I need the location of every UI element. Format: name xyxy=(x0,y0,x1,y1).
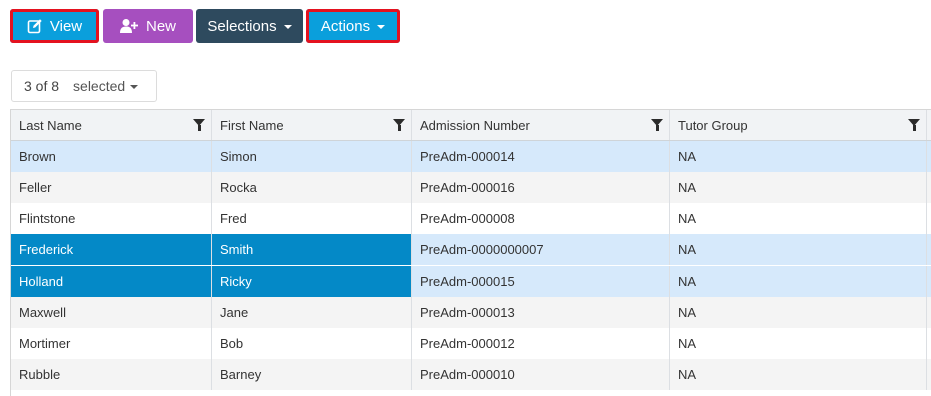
overflow-cell xyxy=(927,141,931,172)
edit-icon xyxy=(27,19,42,34)
last-name-cell[interactable]: Rubble xyxy=(11,359,212,390)
first-name-cell[interactable]: Simon xyxy=(212,141,412,172)
table-row[interactable]: Flintstone Fred PreAdm-000008 NA xyxy=(11,203,931,234)
last-name-cell[interactable]: Flintstone xyxy=(11,203,212,234)
column-header-overflow xyxy=(927,110,931,140)
selected-label: selected xyxy=(73,78,126,94)
tutor-group-cell[interactable]: NA xyxy=(670,328,927,359)
admission-number-cell[interactable]: PreAdm-000012 xyxy=(412,328,670,359)
selection-count-dropdown[interactable]: 3 of 8 selected xyxy=(11,70,157,102)
table-row[interactable]: Frederick Smith PreAdm-0000000007 NA xyxy=(11,234,931,265)
students-grid: Last Name First Name Admission Number Tu… xyxy=(10,109,931,396)
first-name-cell[interactable]: Smith xyxy=(212,234,412,265)
column-header-label: Tutor Group xyxy=(678,117,748,133)
view-button[interactable]: View xyxy=(10,9,99,43)
admission-number-cell[interactable]: PreAdm-0000000007 xyxy=(412,234,670,265)
actions-button-label: Actions xyxy=(320,17,371,35)
column-header-admission-number[interactable]: Admission Number xyxy=(412,110,670,140)
admission-number-cell[interactable]: PreAdm-000013 xyxy=(412,297,670,328)
filter-icon[interactable] xyxy=(393,119,405,131)
last-name-cell[interactable]: Mortimer xyxy=(11,328,212,359)
overflow-cell xyxy=(927,203,931,234)
tutor-group-cell[interactable]: NA xyxy=(670,172,927,203)
selection-count: 3 of 8 xyxy=(24,78,60,94)
tutor-group-cell[interactable]: NA xyxy=(670,141,927,172)
overflow-cell xyxy=(927,297,931,328)
column-header-tutor-group[interactable]: Tutor Group xyxy=(670,110,927,140)
grid-header-row: Last Name First Name Admission Number Tu… xyxy=(11,110,931,141)
first-name-cell[interactable]: Ricky xyxy=(212,266,412,297)
column-header-last-name[interactable]: Last Name xyxy=(11,110,212,140)
column-header-label: First Name xyxy=(220,117,284,133)
overflow-cell xyxy=(927,234,931,265)
filter-icon[interactable] xyxy=(193,119,205,131)
selections-dropdown-button[interactable]: Selections xyxy=(196,9,303,43)
column-header-label: Last Name xyxy=(19,117,82,133)
last-name-cell[interactable]: Frederick xyxy=(11,234,212,265)
filter-icon[interactable] xyxy=(908,119,920,131)
tutor-group-cell[interactable]: NA xyxy=(670,266,927,297)
last-name-cell[interactable]: Maxwell xyxy=(11,297,212,328)
new-button[interactable]: New xyxy=(103,9,193,43)
overflow-cell xyxy=(927,359,931,390)
admission-number-cell[interactable]: PreAdm-000010 xyxy=(412,359,670,390)
table-row[interactable]: Feller Rocka PreAdm-000016 NA xyxy=(11,172,931,203)
table-row[interactable]: Holland Ricky PreAdm-000015 NA xyxy=(11,266,931,297)
chevron-down-icon xyxy=(130,85,139,89)
last-name-cell[interactable]: Feller xyxy=(11,172,212,203)
tutor-group-cell[interactable]: NA xyxy=(670,297,927,328)
selected-label-wrap: selected xyxy=(73,78,139,94)
table-row[interactable]: Brown Simon PreAdm-000014 NA xyxy=(11,141,931,172)
table-row[interactable]: Maxwell Jane PreAdm-000013 NA xyxy=(11,297,931,328)
last-name-cell[interactable]: Brown xyxy=(11,141,212,172)
admission-number-cell[interactable]: PreAdm-000015 xyxy=(412,266,670,297)
chevron-down-icon xyxy=(377,25,386,29)
chevron-down-icon xyxy=(283,25,292,29)
admission-number-cell[interactable]: PreAdm-000014 xyxy=(412,141,670,172)
overflow-cell xyxy=(927,172,931,203)
tutor-group-cell[interactable]: NA xyxy=(670,203,927,234)
selections-button-label: Selections xyxy=(207,17,277,35)
first-name-cell[interactable]: Rocka xyxy=(212,172,412,203)
overflow-cell xyxy=(927,266,931,297)
first-name-cell[interactable]: Jane xyxy=(212,297,412,328)
last-name-cell[interactable]: Holland xyxy=(11,266,212,297)
view-button-label: View xyxy=(49,17,83,35)
toolbar: View New Selections Actions xyxy=(0,0,931,52)
new-button-label: New xyxy=(145,17,176,35)
first-name-cell[interactable]: Barney xyxy=(212,359,412,390)
table-row[interactable]: Rubble Barney PreAdm-000010 NA xyxy=(11,359,931,390)
add-user-icon xyxy=(119,19,138,33)
filter-icon[interactable] xyxy=(651,119,663,131)
tutor-group-cell[interactable]: NA xyxy=(670,234,927,265)
actions-dropdown-button[interactable]: Actions xyxy=(306,9,400,43)
tutor-group-cell[interactable]: NA xyxy=(670,359,927,390)
overflow-cell xyxy=(927,328,931,359)
admission-number-cell[interactable]: PreAdm-000016 xyxy=(412,172,670,203)
admission-number-cell[interactable]: PreAdm-000008 xyxy=(412,203,670,234)
first-name-cell[interactable]: Bob xyxy=(212,328,412,359)
column-header-first-name[interactable]: First Name xyxy=(212,110,412,140)
column-header-label: Admission Number xyxy=(420,117,530,133)
table-row[interactable]: Mortimer Bob PreAdm-000012 NA xyxy=(11,328,931,359)
first-name-cell[interactable]: Fred xyxy=(212,203,412,234)
